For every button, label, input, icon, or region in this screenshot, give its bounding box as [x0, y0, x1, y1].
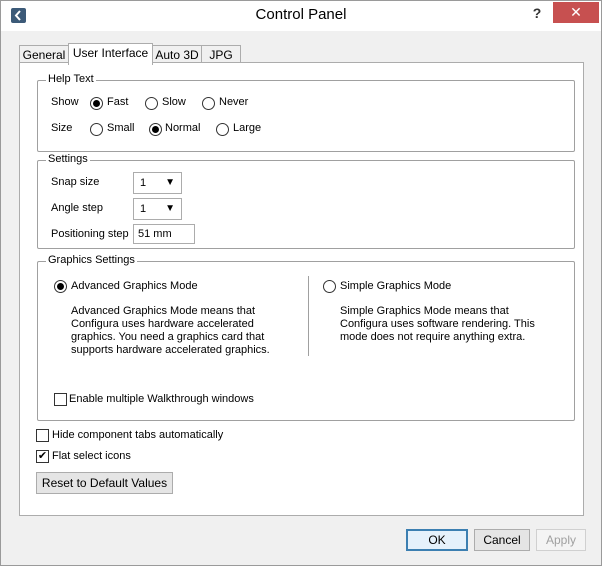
ok-button[interactable]: OK — [406, 529, 468, 551]
settings-legend: Settings — [46, 153, 90, 165]
angle-step-select[interactable]: 1 ▼ — [133, 198, 182, 220]
chevron-down-icon: ▼ — [165, 203, 175, 214]
tab-auto-3d[interactable]: Auto 3D — [152, 45, 202, 63]
angle-step-label: Angle step — [51, 202, 103, 214]
walkthrough-label[interactable]: Enable multiple Walkthrough windows — [69, 393, 254, 405]
title-bar: Control Panel ? ✕ — [1, 1, 601, 31]
advanced-graphics-desc-4: supports hardware accelerated graphics. — [71, 344, 270, 356]
window-title: Control Panel — [255, 6, 347, 23]
simple-graphics-desc-3: mode does not require anything extra. — [340, 331, 526, 343]
size-normal-label[interactable]: Normal — [165, 122, 200, 134]
help-text-legend: Help Text — [46, 73, 96, 85]
size-large-label[interactable]: Large — [233, 122, 261, 134]
advanced-graphics-label[interactable]: Advanced Graphics Mode — [71, 280, 198, 292]
show-never-radio[interactable] — [202, 97, 215, 110]
show-slow-label[interactable]: Slow — [162, 96, 186, 108]
advanced-graphics-desc-2: Configura uses hardware accelerated — [71, 318, 254, 330]
hide-tabs-checkbox[interactable] — [36, 429, 49, 442]
simple-graphics-radio[interactable] — [323, 280, 336, 293]
reset-defaults-button[interactable]: Reset to Default Values — [36, 472, 173, 494]
size-large-radio[interactable] — [216, 123, 229, 136]
show-fast-radio[interactable] — [90, 97, 103, 110]
snap-size-label: Snap size — [51, 176, 100, 188]
snap-size-select[interactable]: 1 ▼ — [133, 172, 182, 194]
control-panel-window: Control Panel ? ✕ General User Interface… — [0, 0, 602, 566]
size-label: Size — [51, 122, 73, 134]
snap-size-value: 1 — [140, 177, 147, 189]
positioning-step-input[interactable]: 51 mm — [133, 224, 195, 244]
close-button[interactable]: ✕ — [553, 2, 599, 23]
graphics-settings-group: Graphics Settings Advanced Graphics Mode… — [37, 254, 575, 421]
tab-general[interactable]: General — [19, 45, 69, 63]
advanced-graphics-desc-3: graphics. You need a graphics card that — [71, 331, 265, 343]
size-small-label[interactable]: Small — [107, 122, 135, 134]
simple-graphics-desc-2: Configura uses software rendering. This — [340, 318, 535, 330]
flat-icons-label[interactable]: Flat select icons — [52, 450, 131, 462]
help-text-group: Help Text Show Fast Slow Never Size Smal… — [37, 73, 575, 152]
show-slow-radio[interactable] — [145, 97, 158, 110]
advanced-graphics-radio[interactable] — [54, 280, 67, 293]
user-interface-panel: Help Text Show Fast Slow Never Size Smal… — [19, 62, 584, 516]
flat-icons-checkbox[interactable]: ✔ — [36, 450, 49, 463]
size-normal-radio[interactable] — [149, 123, 162, 136]
chevron-down-icon: ▼ — [165, 177, 175, 188]
tab-user-interface[interactable]: User Interface — [68, 43, 153, 65]
settings-group: Settings Snap size 1 ▼ Angle step 1 ▼ Po… — [37, 153, 575, 249]
show-label: Show — [51, 96, 79, 108]
graphics-settings-legend: Graphics Settings — [46, 254, 137, 266]
show-fast-label[interactable]: Fast — [107, 96, 128, 108]
cancel-button[interactable]: Cancel — [474, 529, 530, 551]
show-never-label[interactable]: Never — [219, 96, 248, 108]
help-button[interactable]: ? — [528, 5, 546, 23]
tab-jpg[interactable]: JPG — [201, 45, 241, 63]
angle-step-value: 1 — [140, 203, 147, 215]
apply-button[interactable]: Apply — [536, 529, 586, 551]
positioning-step-label: Positioning step — [51, 228, 129, 240]
simple-graphics-desc-1: Simple Graphics Mode means that — [340, 305, 509, 317]
advanced-graphics-desc-1: Advanced Graphics Mode means that — [71, 305, 256, 317]
mode-divider — [308, 276, 309, 356]
size-small-radio[interactable] — [90, 123, 103, 136]
walkthrough-checkbox[interactable] — [54, 393, 67, 406]
simple-graphics-label[interactable]: Simple Graphics Mode — [340, 280, 451, 292]
hide-tabs-label[interactable]: Hide component tabs automatically — [52, 429, 223, 441]
